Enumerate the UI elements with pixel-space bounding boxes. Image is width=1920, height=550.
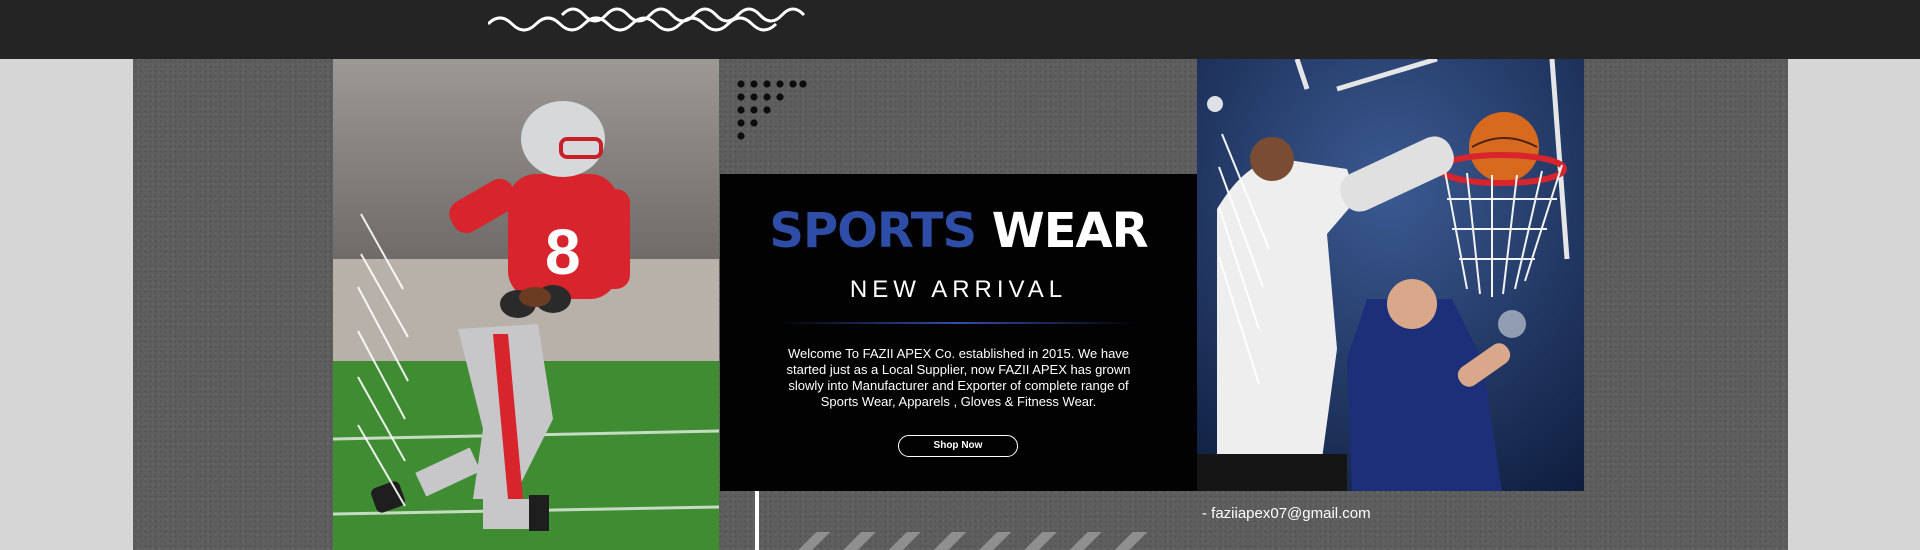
company-description: Welcome To FAZII APEX Co. established in… bbox=[786, 346, 1131, 409]
shop-now-button[interactable]: Shop Now bbox=[898, 435, 1018, 457]
diagonal-stripe-decoration bbox=[785, 532, 1155, 550]
top-bar bbox=[0, 0, 1920, 59]
divider bbox=[778, 322, 1138, 324]
svg-text:8: 8 bbox=[545, 216, 581, 288]
headline-wear: WEAR bbox=[991, 203, 1149, 259]
headline: SPORTS WEAR bbox=[720, 207, 1197, 255]
vertical-accent-line bbox=[755, 491, 759, 550]
subheading: NEW ARRIVAL bbox=[849, 276, 1068, 303]
headline-sports: SPORTS bbox=[769, 203, 977, 259]
football-player-photo: 8 bbox=[333, 59, 719, 550]
promo-box: SPORTS WEAR NEW ARRIVAL Welcome To FAZII… bbox=[720, 174, 1197, 491]
wave-decoration-icon bbox=[488, 7, 806, 32]
basketball-players-photo bbox=[1197, 59, 1584, 491]
dot-grid-icon bbox=[737, 80, 807, 140]
contact-email[interactable]: - faziiapex07@gmail.com bbox=[1202, 505, 1371, 522]
